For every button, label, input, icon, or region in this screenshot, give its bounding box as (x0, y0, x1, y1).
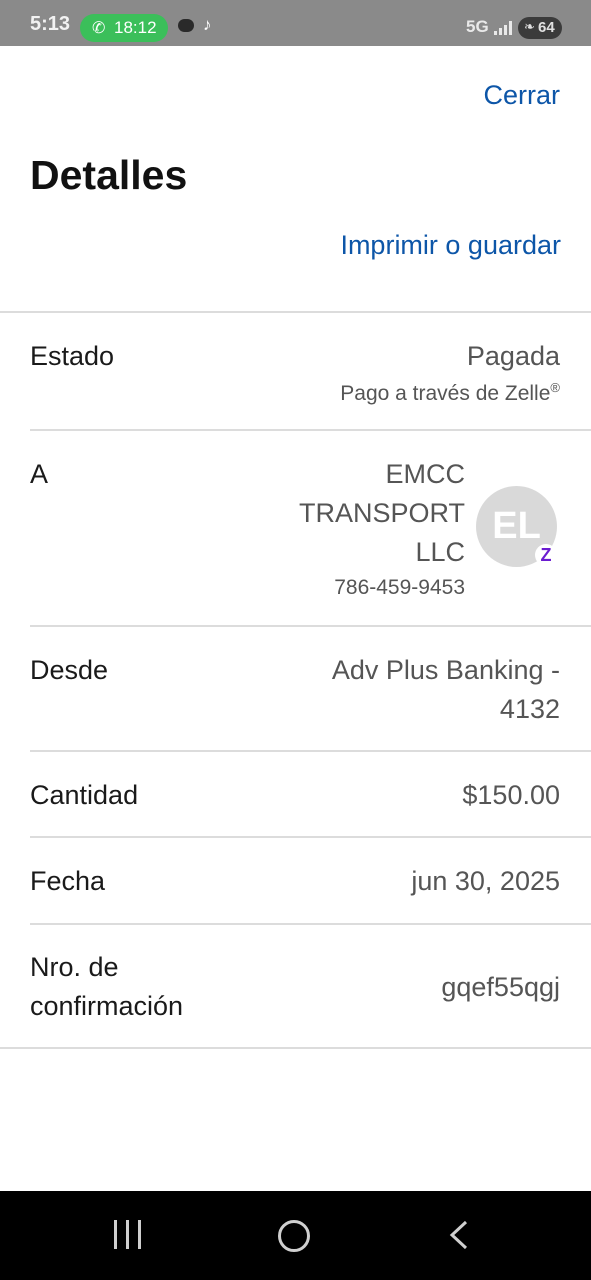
confirmation-number: gqef55qgj (441, 972, 560, 1002)
chat-icon (178, 19, 194, 32)
divider (0, 311, 591, 313)
payment-method-text: Pago a través de Zelle® (340, 380, 560, 405)
avatar-initials: EL (492, 505, 541, 547)
power-saving-icon: ❧ (524, 19, 535, 34)
amount-value: $150.00 (462, 780, 560, 810)
ongoing-call-pill[interactable]: ✆ 18:12 (80, 14, 168, 42)
status-value: Pagada (466, 341, 560, 371)
phone-icon: ✆ (92, 20, 106, 37)
signal-icon (494, 21, 512, 35)
status-time: 5:13 (30, 13, 71, 35)
close-button[interactable]: Cerrar (483, 80, 560, 111)
battery-icon: ❧ 64 (518, 17, 562, 39)
tiktok-icon: ♪ (203, 15, 212, 34)
registered-mark: ® (550, 380, 560, 395)
divider (30, 429, 591, 431)
recipient-phone: 786-459-9453 (334, 576, 465, 599)
divider (30, 625, 591, 627)
print-or-save-button[interactable]: Imprimir o guardar (340, 230, 561, 261)
home-icon[interactable] (278, 1220, 310, 1252)
from-label: Desde (30, 655, 109, 685)
page-title: Detalles (30, 152, 188, 198)
status-label: Estado (30, 341, 115, 371)
divider (30, 923, 591, 925)
call-timer: 18:12 (114, 18, 157, 37)
network-type: 5G (466, 17, 489, 36)
status-bar: 5:13 ✆ 18:12 ♪ 5G ❧ 64 (0, 0, 591, 46)
zelle-icon: Z (535, 544, 557, 566)
amount-label: Cantidad (30, 780, 139, 810)
divider (30, 750, 591, 752)
battery-level: 64 (538, 19, 555, 36)
from-account: Adv Plus Banking - 4132 (331, 655, 560, 724)
date-value: jun 30, 2025 (411, 866, 560, 896)
recipient-label: A (30, 459, 49, 489)
system-nav-bar (0, 1191, 591, 1280)
recipient-name: EMCC TRANSPORT LLC (298, 459, 465, 567)
back-icon[interactable] (446, 1219, 476, 1251)
divider (0, 1047, 591, 1049)
confirmation-label: Nro. de confirmación (30, 952, 184, 1021)
recent-apps-icon[interactable] (114, 1220, 144, 1250)
divider (30, 836, 591, 838)
date-label: Fecha (30, 866, 106, 896)
